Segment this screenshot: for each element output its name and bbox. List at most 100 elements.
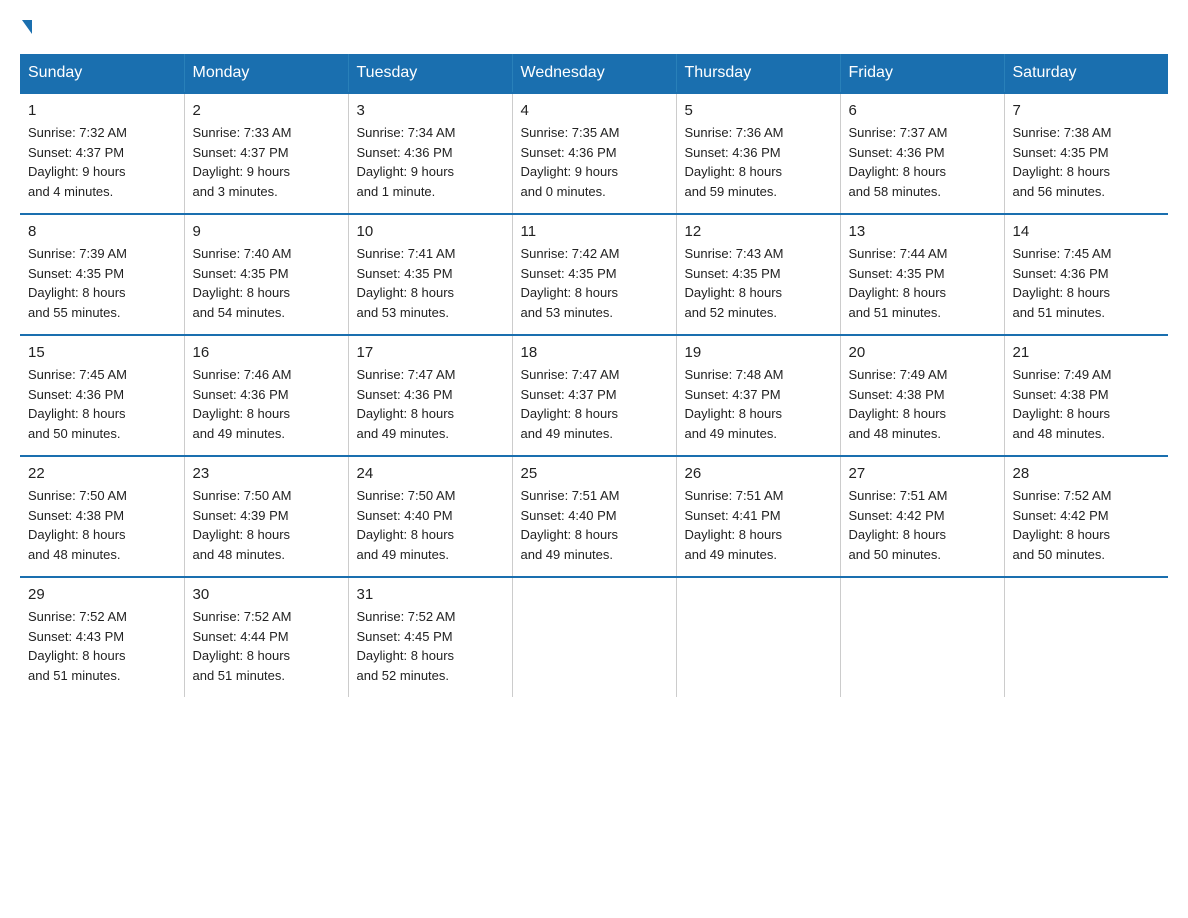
day-number: 22 [28, 465, 176, 482]
day-number: 11 [521, 223, 668, 240]
day-number: 17 [357, 344, 504, 361]
day-number: 6 [849, 102, 996, 119]
calendar-cell: 13 Sunrise: 7:44 AMSunset: 4:35 PMDaylig… [840, 214, 1004, 335]
day-info: Sunrise: 7:46 AMSunset: 4:36 PMDaylight:… [193, 365, 340, 443]
calendar-cell [840, 577, 1004, 697]
calendar-cell: 18 Sunrise: 7:47 AMSunset: 4:37 PMDaylig… [512, 335, 676, 456]
calendar-cell: 20 Sunrise: 7:49 AMSunset: 4:38 PMDaylig… [840, 335, 1004, 456]
day-info: Sunrise: 7:37 AMSunset: 4:36 PMDaylight:… [849, 123, 996, 201]
calendar-header: SundayMondayTuesdayWednesdayThursdayFrid… [20, 54, 1168, 93]
day-info: Sunrise: 7:48 AMSunset: 4:37 PMDaylight:… [685, 365, 832, 443]
calendar-week-5: 29 Sunrise: 7:52 AMSunset: 4:43 PMDaylig… [20, 577, 1168, 697]
day-info: Sunrise: 7:41 AMSunset: 4:35 PMDaylight:… [357, 244, 504, 322]
day-number: 1 [28, 102, 176, 119]
calendar-cell [512, 577, 676, 697]
calendar-cell: 8 Sunrise: 7:39 AMSunset: 4:35 PMDayligh… [20, 214, 184, 335]
calendar-cell: 4 Sunrise: 7:35 AMSunset: 4:36 PMDayligh… [512, 93, 676, 214]
calendar-cell: 31 Sunrise: 7:52 AMSunset: 4:45 PMDaylig… [348, 577, 512, 697]
day-info: Sunrise: 7:40 AMSunset: 4:35 PMDaylight:… [193, 244, 340, 322]
logo [20, 20, 32, 34]
calendar-cell: 19 Sunrise: 7:48 AMSunset: 4:37 PMDaylig… [676, 335, 840, 456]
calendar-cell: 26 Sunrise: 7:51 AMSunset: 4:41 PMDaylig… [676, 456, 840, 577]
day-number: 18 [521, 344, 668, 361]
day-number: 29 [28, 586, 176, 603]
day-info: Sunrise: 7:52 AMSunset: 4:45 PMDaylight:… [357, 607, 504, 685]
day-number: 16 [193, 344, 340, 361]
day-number: 12 [685, 223, 832, 240]
calendar-cell: 5 Sunrise: 7:36 AMSunset: 4:36 PMDayligh… [676, 93, 840, 214]
day-info: Sunrise: 7:45 AMSunset: 4:36 PMDaylight:… [28, 365, 176, 443]
day-number: 14 [1013, 223, 1161, 240]
day-number: 13 [849, 223, 996, 240]
calendar-cell: 10 Sunrise: 7:41 AMSunset: 4:35 PMDaylig… [348, 214, 512, 335]
header-wednesday: Wednesday [512, 54, 676, 93]
calendar-cell: 24 Sunrise: 7:50 AMSunset: 4:40 PMDaylig… [348, 456, 512, 577]
day-info: Sunrise: 7:38 AMSunset: 4:35 PMDaylight:… [1013, 123, 1161, 201]
header-saturday: Saturday [1004, 54, 1168, 93]
header-tuesday: Tuesday [348, 54, 512, 93]
day-number: 28 [1013, 465, 1161, 482]
calendar-table: SundayMondayTuesdayWednesdayThursdayFrid… [20, 54, 1168, 697]
day-number: 23 [193, 465, 340, 482]
day-number: 7 [1013, 102, 1161, 119]
calendar-cell: 21 Sunrise: 7:49 AMSunset: 4:38 PMDaylig… [1004, 335, 1168, 456]
day-info: Sunrise: 7:47 AMSunset: 4:37 PMDaylight:… [521, 365, 668, 443]
calendar-cell: 14 Sunrise: 7:45 AMSunset: 4:36 PMDaylig… [1004, 214, 1168, 335]
logo-triangle-icon [22, 20, 32, 34]
day-number: 15 [28, 344, 176, 361]
day-info: Sunrise: 7:49 AMSunset: 4:38 PMDaylight:… [1013, 365, 1161, 443]
day-number: 8 [28, 223, 176, 240]
header-monday: Monday [184, 54, 348, 93]
day-number: 2 [193, 102, 340, 119]
day-info: Sunrise: 7:44 AMSunset: 4:35 PMDaylight:… [849, 244, 996, 322]
page-header [20, 20, 1168, 34]
day-number: 27 [849, 465, 996, 482]
day-info: Sunrise: 7:52 AMSunset: 4:43 PMDaylight:… [28, 607, 176, 685]
day-info: Sunrise: 7:42 AMSunset: 4:35 PMDaylight:… [521, 244, 668, 322]
header-friday: Friday [840, 54, 1004, 93]
day-number: 24 [357, 465, 504, 482]
day-info: Sunrise: 7:50 AMSunset: 4:40 PMDaylight:… [357, 486, 504, 564]
day-number: 31 [357, 586, 504, 603]
calendar-cell: 7 Sunrise: 7:38 AMSunset: 4:35 PMDayligh… [1004, 93, 1168, 214]
day-info: Sunrise: 7:36 AMSunset: 4:36 PMDaylight:… [685, 123, 832, 201]
calendar-cell: 3 Sunrise: 7:34 AMSunset: 4:36 PMDayligh… [348, 93, 512, 214]
day-number: 21 [1013, 344, 1161, 361]
calendar-cell: 9 Sunrise: 7:40 AMSunset: 4:35 PMDayligh… [184, 214, 348, 335]
day-number: 9 [193, 223, 340, 240]
calendar-cell: 11 Sunrise: 7:42 AMSunset: 4:35 PMDaylig… [512, 214, 676, 335]
calendar-cell: 16 Sunrise: 7:46 AMSunset: 4:36 PMDaylig… [184, 335, 348, 456]
day-info: Sunrise: 7:52 AMSunset: 4:44 PMDaylight:… [193, 607, 340, 685]
header-thursday: Thursday [676, 54, 840, 93]
calendar-cell: 12 Sunrise: 7:43 AMSunset: 4:35 PMDaylig… [676, 214, 840, 335]
day-number: 26 [685, 465, 832, 482]
calendar-cell [1004, 577, 1168, 697]
day-info: Sunrise: 7:51 AMSunset: 4:42 PMDaylight:… [849, 486, 996, 564]
calendar-cell: 25 Sunrise: 7:51 AMSunset: 4:40 PMDaylig… [512, 456, 676, 577]
calendar-cell: 17 Sunrise: 7:47 AMSunset: 4:36 PMDaylig… [348, 335, 512, 456]
day-number: 19 [685, 344, 832, 361]
day-info: Sunrise: 7:47 AMSunset: 4:36 PMDaylight:… [357, 365, 504, 443]
day-info: Sunrise: 7:43 AMSunset: 4:35 PMDaylight:… [685, 244, 832, 322]
calendar-cell: 15 Sunrise: 7:45 AMSunset: 4:36 PMDaylig… [20, 335, 184, 456]
calendar-cell: 30 Sunrise: 7:52 AMSunset: 4:44 PMDaylig… [184, 577, 348, 697]
calendar-cell: 2 Sunrise: 7:33 AMSunset: 4:37 PMDayligh… [184, 93, 348, 214]
header-sunday: Sunday [20, 54, 184, 93]
calendar-cell: 6 Sunrise: 7:37 AMSunset: 4:36 PMDayligh… [840, 93, 1004, 214]
calendar-cell: 29 Sunrise: 7:52 AMSunset: 4:43 PMDaylig… [20, 577, 184, 697]
day-info: Sunrise: 7:45 AMSunset: 4:36 PMDaylight:… [1013, 244, 1161, 322]
day-number: 30 [193, 586, 340, 603]
calendar-week-1: 1 Sunrise: 7:32 AMSunset: 4:37 PMDayligh… [20, 93, 1168, 214]
day-info: Sunrise: 7:35 AMSunset: 4:36 PMDaylight:… [521, 123, 668, 201]
day-number: 3 [357, 102, 504, 119]
day-info: Sunrise: 7:52 AMSunset: 4:42 PMDaylight:… [1013, 486, 1161, 564]
calendar-week-3: 15 Sunrise: 7:45 AMSunset: 4:36 PMDaylig… [20, 335, 1168, 456]
day-number: 10 [357, 223, 504, 240]
day-info: Sunrise: 7:50 AMSunset: 4:39 PMDaylight:… [193, 486, 340, 564]
day-info: Sunrise: 7:51 AMSunset: 4:41 PMDaylight:… [685, 486, 832, 564]
calendar-week-2: 8 Sunrise: 7:39 AMSunset: 4:35 PMDayligh… [20, 214, 1168, 335]
calendar-cell [676, 577, 840, 697]
days-header-row: SundayMondayTuesdayWednesdayThursdayFrid… [20, 54, 1168, 93]
day-number: 20 [849, 344, 996, 361]
day-info: Sunrise: 7:50 AMSunset: 4:38 PMDaylight:… [28, 486, 176, 564]
